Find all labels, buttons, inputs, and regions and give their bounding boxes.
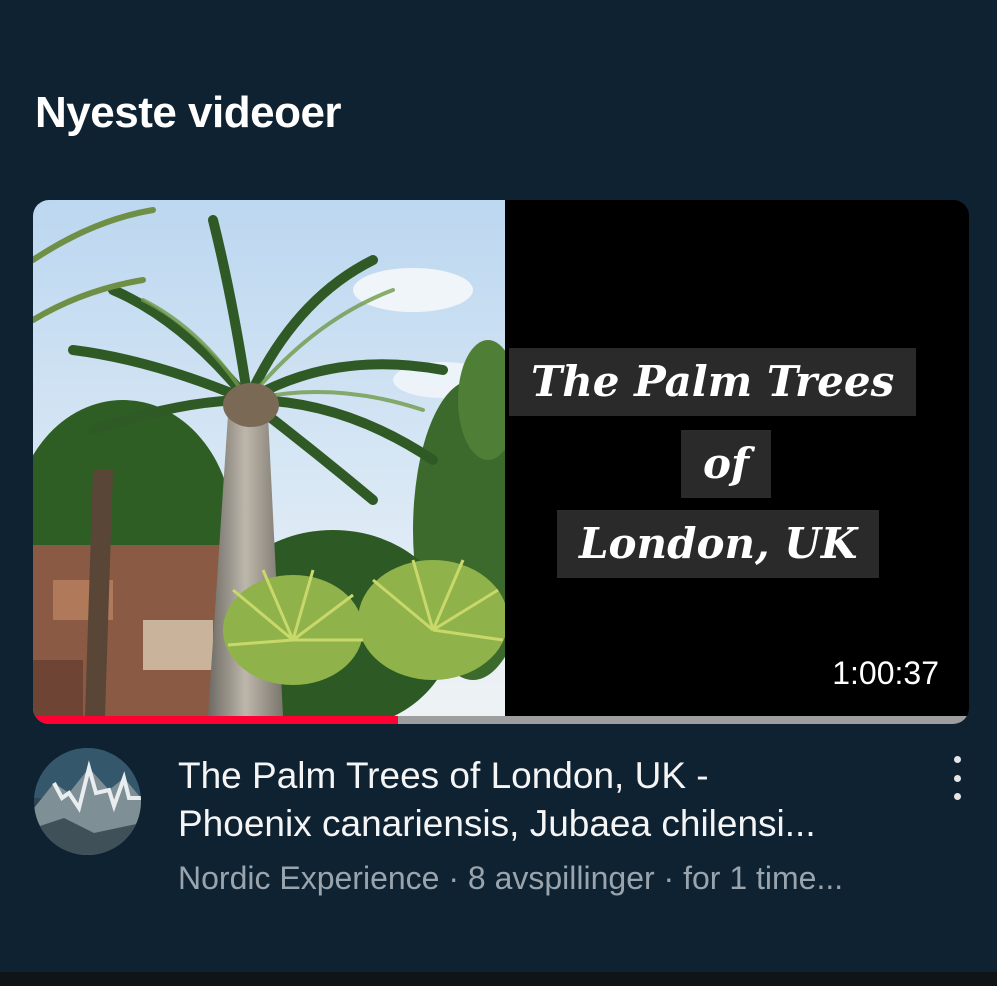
- section-title: Nyeste videoer: [35, 88, 342, 137]
- dot: [953, 793, 961, 800]
- thumbnail-title-line-2: of: [681, 430, 772, 498]
- thumbnail-photo: [33, 200, 505, 716]
- channel-name[interactable]: Nordic Experience: [178, 860, 439, 896]
- thumbnail-title-line-3: London, UK: [557, 510, 880, 578]
- video-thumbnail[interactable]: The Palm Trees of London, UK 1:00:37: [33, 200, 969, 724]
- view-count: 8 avspillinger: [467, 860, 655, 896]
- dot: [953, 756, 961, 763]
- watch-progress-bar: [33, 716, 969, 724]
- video-title-line-1: The Palm Trees of London, UK -: [178, 755, 709, 796]
- video-metadata: Nordic Experience · 8 avspillinger · for…: [178, 860, 938, 897]
- more-vert-icon[interactable]: [940, 756, 974, 800]
- upload-age: for 1 time...: [683, 860, 844, 896]
- channel-avatar[interactable]: [34, 748, 141, 855]
- thumbnail-title-panel: The Palm Trees of London, UK: [505, 200, 969, 716]
- video-title[interactable]: The Palm Trees of London, UK - Phoenix c…: [178, 752, 938, 848]
- watch-progress-fill: [33, 716, 399, 724]
- dot: [953, 774, 961, 782]
- bottom-edge: [0, 972, 997, 986]
- meta-separator: ·: [663, 860, 675, 896]
- duration-badge: 1:00:37: [832, 655, 939, 691]
- video-title-line-2: Phoenix canariensis, Jubaea chilensi...: [178, 803, 816, 844]
- meta-separator: ·: [448, 860, 459, 896]
- thumbnail-title-line-1: The Palm Trees: [509, 348, 917, 416]
- mountain-avatar-icon: [34, 748, 141, 855]
